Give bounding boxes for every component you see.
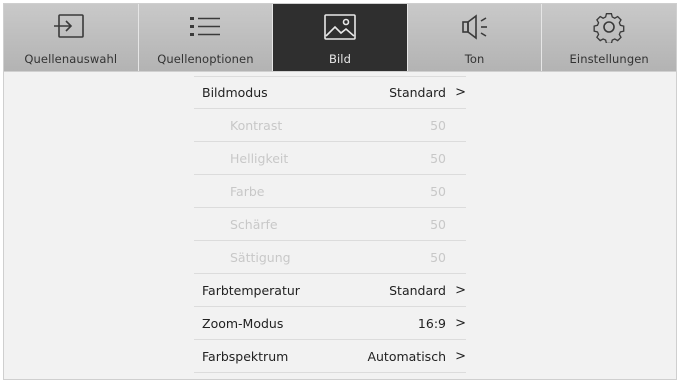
menu-item-label: Farbspektrum: [202, 348, 289, 364]
tab-label: Quellenauswahl: [24, 52, 118, 66]
tab-bar: Quellenauswahl Quellenoptionen Bild Ton …: [4, 4, 676, 71]
input-source-icon: [51, 10, 91, 44]
menu-item-value: 16:9: [417, 315, 446, 331]
menu-item-value: 50: [430, 150, 446, 166]
menu-item-value: Automatisch: [367, 348, 446, 364]
menu-item-value: 50: [430, 117, 446, 133]
menu-item-value: Standard: [389, 85, 446, 100]
picture-settings-menu: Bildmodus Standard > Kontrast 50 Helligk…: [194, 76, 466, 373]
tab-label: Einstellungen: [569, 52, 649, 66]
menu-item-label: Sättigung: [230, 249, 291, 265]
settings-window: Quellenauswahl Quellenoptionen Bild Ton …: [3, 3, 677, 380]
speaker-icon: [455, 10, 495, 44]
menu-item-label: Helligkeit: [230, 150, 289, 166]
menu-item-label: Kontrast: [230, 117, 283, 133]
menu-item-bildmodus[interactable]: Bildmodus Standard >: [194, 76, 466, 109]
tab-ton[interactable]: Ton: [407, 4, 543, 71]
menu-item-value: Standard: [389, 282, 446, 298]
menu-item-label: Farbe: [230, 183, 265, 199]
list-icon: [185, 10, 225, 44]
chevron-right-icon: >: [455, 85, 466, 100]
divider: [4, 71, 676, 72]
menu-item-label: Farbtemperatur: [202, 282, 300, 298]
menu-item-label: Bildmodus: [202, 85, 268, 100]
menu-item-value: 50: [430, 249, 446, 265]
chevron-right-icon: >: [455, 348, 466, 364]
menu-item-schaerfe: Schärfe 50: [194, 208, 466, 241]
menu-item-label: Schärfe: [230, 216, 278, 232]
tab-quellenoptionen[interactable]: Quellenoptionen: [138, 4, 274, 71]
gear-icon: [589, 10, 629, 44]
tab-einstellungen[interactable]: Einstellungen: [542, 4, 676, 71]
menu-item-value: 50: [430, 216, 446, 232]
tab-label: Bild: [328, 52, 351, 66]
menu-item-value: 50: [430, 183, 446, 199]
picture-icon: [320, 10, 360, 44]
menu-item-label: Zoom-Modus: [202, 315, 284, 331]
tab-quellenauswahl[interactable]: Quellenauswahl: [4, 4, 139, 71]
menu-item-farbe: Farbe 50: [194, 175, 466, 208]
tab-label: Ton: [464, 52, 485, 66]
menu-item-zoom-modus[interactable]: Zoom-Modus 16:9 >: [194, 307, 466, 340]
chevron-right-icon: >: [455, 315, 466, 331]
menu-item-saettigung: Sättigung 50: [194, 241, 466, 274]
chevron-right-icon: >: [455, 282, 466, 298]
menu-item-farbtemperatur[interactable]: Farbtemperatur Standard >: [194, 274, 466, 307]
menu-item-helligkeit: Helligkeit 50: [194, 142, 466, 175]
tab-label: Quellenoptionen: [157, 52, 254, 66]
tab-bild[interactable]: Bild: [273, 4, 408, 71]
menu-item-farbspektrum[interactable]: Farbspektrum Automatisch >: [194, 340, 466, 373]
menu-item-kontrast: Kontrast 50: [194, 109, 466, 142]
